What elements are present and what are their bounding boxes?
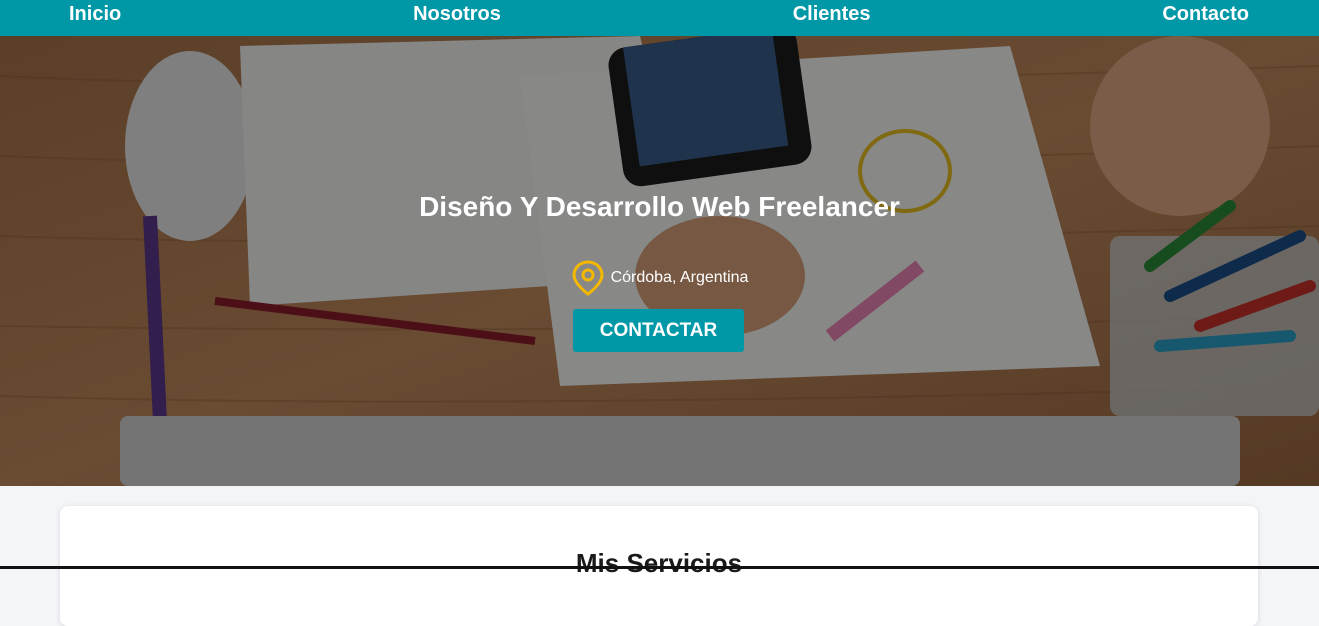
location-text: Córdoba, Argentina <box>610 269 749 286</box>
hero-title: Diseño Y Desarrollo Web Freelancer <box>419 191 900 222</box>
contactar-button[interactable]: CONTACTAR <box>573 309 744 352</box>
hero-content: Diseño Y Desarrollo Web Freelancer Córdo… <box>0 36 1319 486</box>
services-title: Mis Servicios <box>575 548 743 578</box>
hero-location: Córdoba, Argentina <box>0 260 1319 296</box>
nav-link-inicio[interactable]: Inicio <box>69 0 121 28</box>
top-navbar: Inicio Nosotros Clientes Contacto <box>0 0 1319 36</box>
map-pin-icon <box>571 260 605 296</box>
nav-link-nosotros[interactable]: Nosotros <box>413 0 501 28</box>
nav-link-contacto[interactable]: Contacto <box>1162 0 1249 28</box>
nav-link-clientes[interactable]: Clientes <box>793 0 871 28</box>
hero-section: Diseño Y Desarrollo Web Freelancer Córdo… <box>0 36 1319 486</box>
